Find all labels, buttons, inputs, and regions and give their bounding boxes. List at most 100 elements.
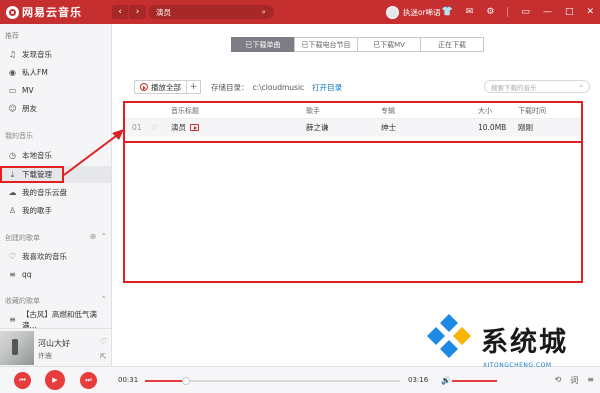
sidebar-item-label: 私人FM: [22, 68, 48, 77]
username[interactable]: 执迷or唏语: [403, 7, 441, 18]
minimize-icon[interactable]: —: [543, 7, 552, 17]
row-album[interactable]: 绅士: [381, 122, 478, 133]
user-menu[interactable]: 执迷or唏语 ▾: [386, 5, 448, 19]
duration-time: 03:16: [408, 376, 429, 384]
music-note-icon: ♫: [8, 50, 17, 59]
playlist-actions: ⊕ ⌃: [90, 232, 107, 241]
now-playing-title[interactable]: 河山大好: [38, 338, 70, 349]
storage-info: 存储目录： c:\cloudmusic: [211, 82, 304, 93]
sidebar-item-cloud[interactable]: ☁ 我的音乐云盘: [0, 184, 111, 201]
playlist-icon[interactable]: ≡: [587, 375, 594, 386]
toolbar: 播放全部 + 存储目录： c:\cloudmusic 打开目录: [134, 80, 342, 94]
settings-icon[interactable]: ⚙: [486, 7, 494, 17]
tab-downloaded-radio[interactable]: 已下载电台节目: [294, 37, 358, 52]
header-album[interactable]: 专辑: [381, 106, 478, 116]
avatar[interactable]: [386, 5, 399, 19]
row-title: 演员: [171, 123, 186, 132]
table-row[interactable]: 01 ♡ 演员 薛之谦 绅士 10.0MB 刚刚: [125, 119, 583, 136]
sidebar-item-fm[interactable]: ◉ 私人FM: [0, 64, 111, 81]
sidebar-item-friends[interactable]: ☺ 朋友: [0, 100, 111, 117]
divider: [507, 7, 509, 17]
progress-knob[interactable]: [181, 377, 190, 385]
forward-icon[interactable]: ›: [129, 5, 146, 19]
local-music-icon: ◷: [9, 151, 16, 160]
download-tabs: 已下载单曲 已下载电台节目 已下载MV 正在下载: [231, 37, 484, 52]
row-title-cell: 演员: [171, 122, 306, 133]
open-directory-link[interactable]: 打开目录: [312, 82, 342, 93]
app-logo[interactable]: 网易云音乐: [6, 4, 82, 20]
header-size[interactable]: 大小: [478, 106, 518, 116]
section-title-collected-playlists: 收藏的歌单: [5, 297, 40, 305]
shirt-icon[interactable]: 👕: [442, 7, 453, 17]
window-controls: 👕 ✉ ⚙ ▭ — □ ✕: [442, 5, 594, 19]
title-bar: 网易云音乐 ‹ › 演员 ⌕ 执迷or唏语 ▾ 👕 ✉ ⚙ ▭ — □ ✕: [0, 0, 600, 24]
heart-icon: ♡: [8, 252, 17, 261]
progress-bar[interactable]: [145, 377, 400, 385]
chevron-up-icon[interactable]: ⌃: [100, 232, 107, 241]
album-cover[interactable]: [0, 331, 34, 365]
heart-icon[interactable]: ♡: [100, 337, 107, 346]
sidebar-item-local-music[interactable]: ◷ 本地音乐: [0, 147, 111, 164]
search-icon[interactable]: ⌕: [579, 82, 583, 91]
next-button[interactable]: ⏭: [80, 372, 97, 389]
share-icon[interactable]: ⇱: [100, 352, 107, 361]
storage-path: c:\cloudmusic: [252, 82, 305, 92]
mail-icon[interactable]: ✉: [466, 7, 474, 17]
progress-fill: [145, 380, 186, 382]
tab-downloading[interactable]: 正在下载: [420, 37, 484, 52]
sidebar-item-label: 我喜欢的音乐: [22, 252, 67, 261]
close-icon[interactable]: ✕: [586, 7, 594, 17]
playlist-icon: ≡: [9, 315, 16, 324]
row-artist[interactable]: 薛之谦: [306, 122, 381, 133]
sidebar-item-qq[interactable]: ≡ qq: [0, 266, 111, 283]
play-circle-icon: [140, 83, 148, 91]
cloud-icon: ☁: [8, 188, 17, 197]
header-time[interactable]: 下载时间: [518, 106, 583, 116]
now-playing-artist[interactable]: 许嵩: [38, 351, 52, 361]
sidebar-item-gufeng[interactable]: ≡ 【古风】高燃和低气满满...: [0, 310, 111, 330]
sidebar-item-label: 我的歌手: [22, 206, 52, 215]
lyrics-icon[interactable]: 词: [570, 375, 578, 386]
add-to-playlist-button[interactable]: +: [187, 80, 201, 94]
sidebar-item-discover[interactable]: ♫ 发现音乐: [0, 46, 111, 63]
download-search-input[interactable]: 搜索下载的音乐 ⌕: [484, 80, 590, 93]
sidebar-item-label: qq: [22, 270, 32, 279]
maximize-icon[interactable]: □: [565, 7, 574, 17]
mv-icon[interactable]: [190, 124, 199, 131]
section-title-recommend: 推荐: [5, 32, 19, 40]
netease-logo-icon: [6, 5, 19, 19]
header-title[interactable]: 音乐标题: [171, 106, 306, 116]
back-icon[interactable]: ‹: [112, 5, 129, 19]
previous-button[interactable]: ⏮: [14, 372, 31, 389]
nav-arrows: ‹ ›: [112, 5, 146, 19]
mini-mode-icon[interactable]: ▭: [521, 7, 530, 17]
header-artist[interactable]: 歌手: [306, 106, 381, 116]
sidebar-item-label: MV: [22, 86, 34, 95]
table-header: 音乐标题 歌手 专辑 大小 下载时间: [125, 104, 583, 119]
sidebar-item-liked[interactable]: ♡ 我喜欢的音乐: [0, 248, 111, 265]
search-icon[interactable]: ⌕: [262, 7, 266, 17]
sidebar-item-label: 我的音乐云盘: [22, 188, 67, 197]
radio-icon: ◉: [9, 68, 16, 77]
tab-downloaded-songs[interactable]: 已下载单曲: [231, 37, 295, 52]
play-all-label: 播放全部: [151, 82, 181, 92]
player-bar: ⏮ ▶ ⏭ 00:31 03:16 🔊 ⟲ 词 ≡: [0, 366, 600, 393]
video-icon: ▭: [8, 86, 17, 95]
sidebar-item-singers[interactable]: ♙ 我的歌手: [0, 202, 111, 219]
chevron-up-icon[interactable]: ⌃: [100, 295, 107, 304]
volume-slider[interactable]: [452, 380, 497, 382]
row-index: 01: [132, 123, 142, 132]
heart-icon[interactable]: ♡: [145, 123, 171, 132]
loop-icon[interactable]: ⟲: [555, 375, 562, 386]
now-playing[interactable]: 河山大好 许嵩 ♡ ⇱: [0, 328, 112, 366]
tab-downloaded-mv[interactable]: 已下载MV: [357, 37, 421, 52]
add-playlist-icon[interactable]: ⊕: [90, 232, 97, 241]
player-options: ⟲ 词 ≡: [555, 375, 594, 386]
sidebar-item-label: 朋友: [22, 104, 37, 113]
search-input[interactable]: 演员 ⌕: [148, 5, 274, 19]
play-all-button[interactable]: 播放全部: [134, 80, 187, 94]
volume-icon[interactable]: 🔊: [441, 376, 451, 385]
sidebar-item-mv[interactable]: ▭ MV: [0, 82, 111, 99]
play-button[interactable]: ▶: [45, 370, 65, 390]
sidebar-item-label: 发现音乐: [22, 50, 52, 59]
